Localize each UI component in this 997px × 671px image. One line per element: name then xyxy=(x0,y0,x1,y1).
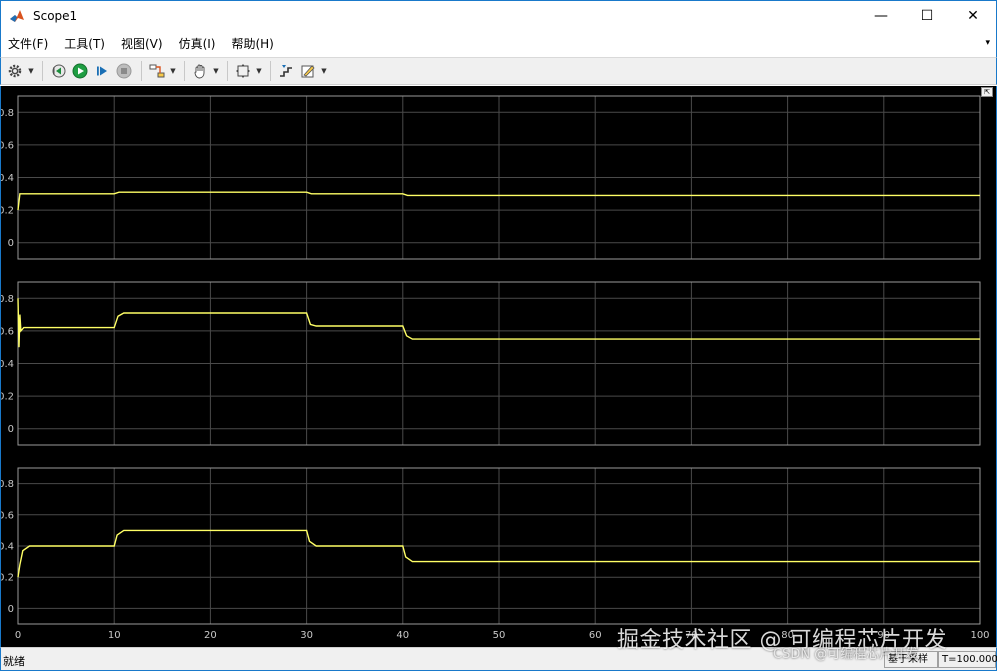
settings-button[interactable] xyxy=(5,61,25,81)
style-edit-icon xyxy=(301,65,315,78)
stop-button[interactable] xyxy=(114,61,134,81)
x-tick-label: 10 xyxy=(108,630,121,641)
watermark-csdn: CSDN @可编程芯片开发 xyxy=(773,647,919,662)
toolbar-separator xyxy=(42,61,43,81)
y-tick-label: 0.4 xyxy=(1,359,14,370)
menu-help[interactable]: 帮助(H) xyxy=(223,31,281,57)
zoom-fit-button[interactable] xyxy=(233,61,253,81)
y-tick-label: 0 xyxy=(8,604,14,615)
stop-icon xyxy=(116,63,132,79)
zoom-fit-icon xyxy=(236,64,250,78)
cursor-measure-button[interactable] xyxy=(276,61,296,81)
matlab-logo-icon xyxy=(10,10,24,22)
menu-view[interactable]: 视图(V) xyxy=(113,31,171,57)
x-tick-label: 100 xyxy=(970,630,989,641)
y-tick-label: 0.8 xyxy=(1,108,14,119)
pan-dropdown-icon[interactable]: ▼ xyxy=(212,61,220,81)
y-tick-label: 0.2 xyxy=(1,392,14,403)
undock-axes-icon[interactable]: ⇱ xyxy=(981,87,993,97)
menu-expand-icon[interactable]: ▾ xyxy=(985,38,990,48)
menu-simulation[interactable]: 仿真(I) xyxy=(171,31,224,57)
toolbar-separator xyxy=(227,61,228,81)
step-forward-button[interactable] xyxy=(92,61,112,81)
window-title: Scope1 xyxy=(33,9,78,23)
y-tick-label: 0.4 xyxy=(1,173,14,184)
settings-dropdown-icon[interactable]: ▼ xyxy=(27,61,35,81)
step-forward-icon xyxy=(97,66,107,76)
minimize-button[interactable]: — xyxy=(858,1,904,31)
gear-icon xyxy=(8,64,22,78)
x-tick-label: 0 xyxy=(15,630,21,641)
y-tick-label: 0 xyxy=(8,424,14,435)
window-controls: — ☐ ✕ xyxy=(858,1,996,31)
x-tick-label: 60 xyxy=(589,630,602,641)
y-tick-label: 0.4 xyxy=(1,542,14,553)
y-tick-label: 0.6 xyxy=(1,140,14,151)
x-tick-label: 40 xyxy=(396,630,409,641)
y-tick-label: 0.8 xyxy=(1,294,14,305)
status-ready-text: 就绪 xyxy=(3,655,25,668)
menu-bar: 文件(F) 工具(T) 视图(V) 仿真(I) 帮助(H) ▾ xyxy=(0,31,997,57)
cursor-measure-icon xyxy=(280,65,292,77)
toolbar-separator xyxy=(141,61,142,81)
scope-panel-3: 00.20.40.60.80 10 20 30 40 50 60 70 80 90 100 xyxy=(1,467,990,641)
scope-panel-1: 0 0.2 0.4 0.6 0.8 xyxy=(1,95,981,260)
zoom-dropdown-icon[interactable]: ▼ xyxy=(255,61,263,81)
run-button[interactable] xyxy=(70,61,90,81)
y-tick-label: 0.6 xyxy=(1,326,14,337)
style-edit-button[interactable] xyxy=(298,61,318,81)
y-tick-label: 0.2 xyxy=(1,573,14,584)
menu-file[interactable]: 文件(F) xyxy=(1,31,56,57)
x-tick-label: 30 xyxy=(300,630,313,641)
x-tick-label: 50 xyxy=(493,630,506,641)
run-icon xyxy=(72,63,88,79)
pan-icon xyxy=(194,64,205,79)
scope-plots: 00.20.40.60.800.20.40.60.800.20.40.60.80… xyxy=(1,95,990,641)
pan-button[interactable] xyxy=(190,61,210,81)
y-tick-label: 0 xyxy=(8,238,14,249)
step-back-icon xyxy=(52,64,66,78)
toolbar-separator xyxy=(184,61,185,81)
title-bar: Scope1 — ☐ ✕ xyxy=(0,0,997,31)
toolbar: ▼ ▼ ▼ ▼ ▼ xyxy=(0,57,997,85)
highlight-block-button[interactable] xyxy=(147,61,167,81)
style-dropdown-icon[interactable]: ▼ xyxy=(320,61,328,81)
x-tick-label: 20 xyxy=(204,630,217,641)
maximize-button[interactable]: ☐ xyxy=(904,1,950,31)
y-tick-label: 0.8 xyxy=(1,479,14,490)
highlight-dropdown-icon[interactable]: ▼ xyxy=(169,61,177,81)
y-tick-label: 0.2 xyxy=(1,206,14,217)
close-button[interactable]: ✕ xyxy=(950,1,996,31)
step-back-button[interactable] xyxy=(48,61,68,81)
highlight-icon xyxy=(149,64,165,78)
scope-panel-2: 0 0.2 0.4 0.6 0.8 xyxy=(1,281,981,446)
toolbar-separator xyxy=(270,61,271,81)
scope-display: 0 0.2 0.4 0.6 0.8 0 0.2 0.4 0.6 0.8 0 0.2 0.4 0.6 0.8 0… xyxy=(0,86,997,647)
y-tick-label: 0.6 xyxy=(1,510,14,521)
menu-tools[interactable]: 工具(T) xyxy=(56,31,113,57)
